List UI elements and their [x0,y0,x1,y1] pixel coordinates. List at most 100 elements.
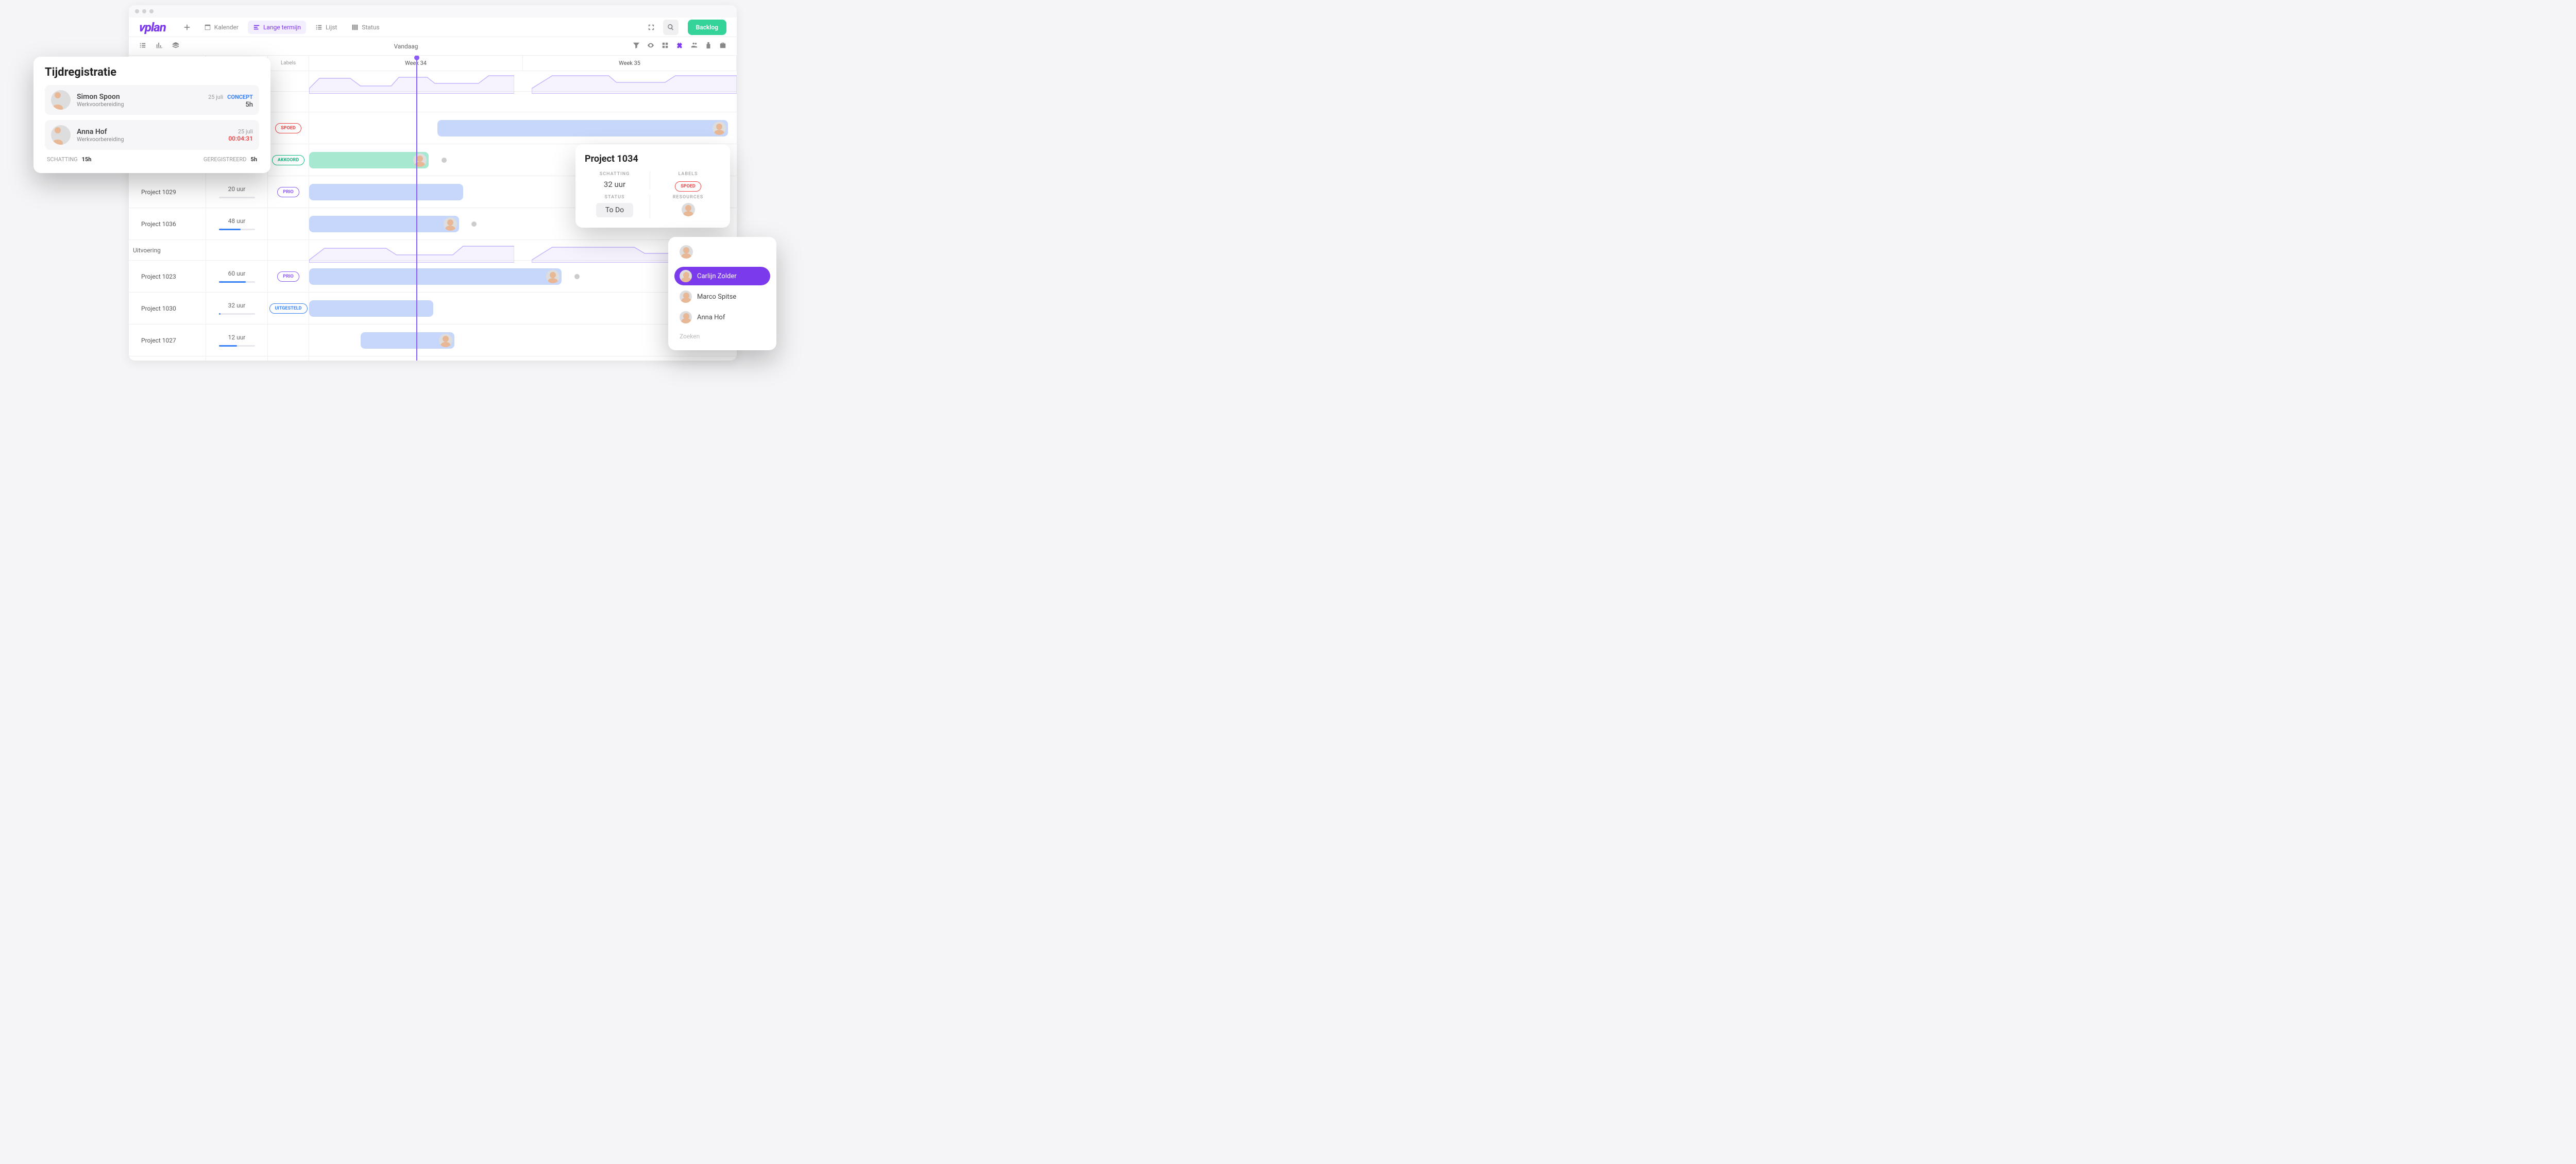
add-button[interactable] [179,20,195,35]
hours-cell: 32 uur [206,293,267,324]
col-labels: Labels SPOED AKKOORD PRIO PRIO UITGESTEL… [268,56,309,361]
task-dot [442,158,447,163]
nav-label: Lijst [326,24,337,31]
nav-label: Status [362,24,379,31]
label-prio: PRIO [277,271,299,282]
avatar [713,122,726,135]
puzzle-icon[interactable] [676,42,683,51]
avatar [51,90,71,110]
label-cell [268,324,309,356]
nav-lange-termijn[interactable]: Lange termijn [248,21,306,34]
toggle-list-icon[interactable] [139,42,146,51]
entry-timer: 00:04:31 [228,135,253,142]
project-row[interactable]: Project 1027 [129,324,206,356]
tag-icon[interactable] [705,42,712,51]
entry-hours: 5h [208,101,253,109]
toolbar: Vandaag [129,37,737,56]
avatar [546,270,560,283]
resource-avatar[interactable] [682,203,695,216]
resource-option[interactable]: Anna Hof [674,308,770,327]
task-bar[interactable] [309,268,562,285]
avatar [680,245,693,259]
hours-value: 32 uur [228,302,246,309]
project-detail-popover: Project 1034 SCHATTING 32 uur LABELS SPO… [575,144,730,228]
task-bar[interactable] [309,152,429,168]
users-icon[interactable] [690,42,698,51]
hours-cell: 60 uur [206,261,267,293]
popover-title: Tijdregistratie [45,66,259,79]
resource-option[interactable]: Marco Spitse [674,287,770,306]
label-akkoord: AKKOORD [272,155,304,165]
time-registration-popover: Tijdregistratie Simon Spoon Werkvoorbere… [33,57,270,173]
hours-cell: 12 uur [206,324,267,356]
resources-label: RESOURCES [655,195,721,200]
briefcase-icon[interactable] [719,42,726,51]
geregistreerd-label: GEREGISTREERD [204,156,247,163]
today-label[interactable]: Vandaag [179,43,633,50]
expand-icon [648,24,655,31]
nav-kalender[interactable]: Kalender [199,21,244,34]
backlog-button[interactable]: Backlog [688,20,726,35]
project-row[interactable]: Project 1029 [129,176,206,208]
week-35: Week 35 [523,56,737,71]
project-row[interactable]: Project 1036 [129,208,206,240]
entry-date: 25 juli [208,94,223,100]
entry-date: 25 juli [228,128,253,135]
resource-current [674,243,770,263]
avatar [680,290,692,303]
task-dot [471,221,477,227]
label-uitgesteld: UITGESTELD [269,303,308,314]
resource-name: Anna Hof [697,314,725,321]
nav-status[interactable]: Status [346,21,384,34]
schatting-label: SCHATTING [585,172,645,177]
geregistreerd-value: 5h [251,156,257,163]
project-row[interactable]: Project 1030 [129,293,206,324]
entry-role: Werkvoorbereiding [77,101,202,108]
status-label: STATUS [585,195,645,200]
avatar [680,270,692,282]
project-title: Project 1034 [585,153,721,164]
label-cell: SPOED [268,112,309,144]
filter-icon[interactable] [633,42,640,51]
group-uitvoering[interactable]: Uitvoering [129,240,206,261]
hours-value: 48 uur [228,217,246,225]
nav-lijst[interactable]: Lijst [310,21,342,34]
label-cell [268,208,309,240]
capacity-curve [309,242,514,263]
avatar [413,153,427,167]
search-icon [667,24,674,31]
task-bar[interactable] [309,300,433,317]
timeline-row[interactable] [309,112,737,144]
search-button[interactable] [663,20,679,35]
time-entry[interactable]: Anna Hof Werkvoorbereiding 25 juli 00:04… [45,120,259,150]
label-prio: PRIO [277,187,299,197]
entry-name: Anna Hof [77,128,222,136]
resource-name: Carlijn Zolder [697,272,737,280]
avatar [51,125,71,145]
chart-icon[interactable] [156,42,163,51]
timeline-icon [253,24,260,31]
resource-picker-popover: Carlijn Zolder Marco Spitse Anna Hof Zoe… [668,237,776,350]
grid-icon[interactable] [662,42,669,51]
time-entry[interactable]: Simon Spoon Werkvoorbereiding 25 juli CO… [45,85,259,115]
labels-label: LABELS [655,172,721,177]
task-bar[interactable] [437,120,728,136]
status-value[interactable]: To Do [596,203,633,217]
resource-search[interactable]: Zoeken [674,329,770,344]
layers-icon[interactable] [172,42,179,51]
hours-value: 60 uur [228,270,246,277]
week-header: Week 34 Week 35 [309,56,737,71]
task-bar[interactable] [309,216,459,232]
logo: vplan [139,20,166,35]
hours-cell: 20 uur [206,176,267,208]
project-row[interactable]: Project 1023 [129,261,206,293]
task-bar[interactable] [361,332,455,349]
task-bar[interactable] [309,184,463,200]
nav-label: Kalender [214,24,239,31]
calendar-icon [204,24,211,31]
expand-button[interactable] [643,20,659,35]
resource-option[interactable]: Carlijn Zolder [674,267,770,285]
eye-icon[interactable] [647,42,654,51]
schatting-value: 32 uur [585,180,645,189]
labels-header: Labels [268,56,309,71]
